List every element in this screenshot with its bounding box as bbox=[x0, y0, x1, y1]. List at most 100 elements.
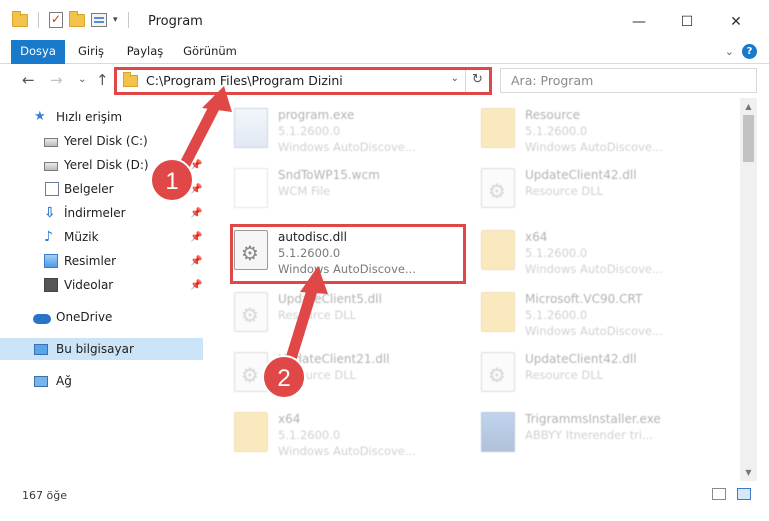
file-name: Resource bbox=[525, 108, 581, 122]
folder-icon bbox=[123, 71, 138, 87]
file-item[interactable]: UpdateClient21.dll Resource DLL bbox=[228, 344, 473, 402]
dll-icon bbox=[481, 168, 515, 208]
customize-toolbar-dropdown[interactable]: ▾ bbox=[113, 15, 118, 25]
file-item[interactable]: UpdateClient42.dll Resource DLL bbox=[475, 344, 720, 402]
file-name: Microsoft.VC90.CRT bbox=[525, 292, 643, 306]
file-item[interactable]: Resource 5.1.2600.0 Windows AutoDiscove.… bbox=[475, 100, 720, 158]
file-description: ABBYY Itnerender tri... bbox=[525, 428, 653, 442]
minimize-button[interactable]: — bbox=[617, 8, 661, 36]
details-view-icon[interactable] bbox=[712, 488, 726, 500]
file-type: Resource DLL bbox=[525, 184, 604, 198]
pin-icon[interactable]: 📌 bbox=[190, 184, 202, 195]
properties-check-icon[interactable] bbox=[49, 12, 63, 28]
folder-icon bbox=[481, 108, 515, 148]
nav-label: Yerel Disk (D:) bbox=[64, 158, 149, 172]
file-list: program.exe 5.1.2600.0 Windows AutoDisco… bbox=[203, 98, 740, 481]
nav-item-downloads[interactable]: ⇩ İndirmeler 📌 bbox=[0, 202, 203, 224]
file-description: Windows AutoDiscove... bbox=[278, 140, 416, 154]
nav-label: Yerel Disk (C:) bbox=[64, 134, 148, 148]
help-button[interactable]: ? bbox=[742, 44, 757, 59]
nav-item-documents[interactable]: Belgeler 📌 bbox=[0, 178, 203, 200]
file-name: program.exe bbox=[278, 108, 355, 122]
up-arrow-icon[interactable]: ↑ bbox=[96, 71, 109, 89]
pin-icon[interactable]: 📌 bbox=[190, 280, 202, 291]
title-bar: ▾ Program — ☐ ✕ bbox=[0, 0, 769, 40]
file-version: 5.1.2600.0 bbox=[278, 428, 341, 442]
pin-icon[interactable]: 📌 bbox=[190, 208, 202, 219]
properties-icon[interactable] bbox=[91, 13, 107, 27]
nav-item-music[interactable]: ♪ Müzik 📌 bbox=[0, 226, 203, 248]
nav-label: Bu bilgisayar bbox=[56, 342, 134, 356]
nav-this-pc[interactable]: Bu bilgisayar bbox=[0, 338, 203, 360]
pin-icon[interactable]: 📌 bbox=[190, 136, 202, 147]
search-input[interactable]: Ara: Program bbox=[500, 68, 757, 93]
dll-icon bbox=[234, 292, 268, 332]
file-item-selected[interactable]: autodisc.dll 5.1.2600.0 Windows AutoDisc… bbox=[228, 222, 473, 280]
videos-icon bbox=[44, 278, 58, 292]
file-item[interactable]: program.exe 5.1.2600.0 Windows AutoDisco… bbox=[228, 100, 473, 158]
drive-icon bbox=[44, 138, 58, 147]
folder-icon bbox=[234, 412, 268, 452]
file-name: x64 bbox=[525, 230, 548, 244]
back-arrow-icon[interactable]: ← bbox=[22, 71, 35, 89]
nav-quick-access[interactable]: ★ Hızlı erişim bbox=[0, 106, 203, 128]
file-name: TrigrammsInstaller.exe bbox=[525, 412, 661, 426]
chevron-down-icon[interactable]: ⌄ bbox=[451, 73, 459, 84]
nav-onedrive[interactable]: OneDrive bbox=[0, 306, 203, 328]
navigation-bar: ← → ⌄ ↑ C:\Program Files\Program Dizini … bbox=[0, 64, 769, 98]
scroll-thumb[interactable] bbox=[743, 115, 754, 162]
exe-icon bbox=[481, 412, 515, 452]
recent-locations-dropdown[interactable]: ⌄ bbox=[78, 74, 86, 85]
nav-item-drive-d[interactable]: Yerel Disk (D:) 📌 bbox=[0, 154, 203, 176]
scroll-down-icon[interactable]: ▼ bbox=[740, 464, 757, 481]
quick-access-toolbar: ▾ bbox=[12, 10, 133, 28]
tab-share[interactable]: Paylaş bbox=[120, 40, 170, 64]
pictures-icon bbox=[44, 254, 58, 268]
file-item[interactable]: UpdateClient42.dll Resource DLL bbox=[475, 160, 720, 218]
pin-icon[interactable]: 📌 bbox=[190, 160, 202, 171]
navigation-pane: ★ Hızlı erişim Yerel Disk (C:) 📌 Yerel D… bbox=[0, 98, 203, 481]
file-item[interactable]: UpdateClient5.dll Resource DLL bbox=[228, 284, 473, 342]
pin-icon[interactable]: 📌 bbox=[190, 256, 202, 267]
vertical-scrollbar[interactable]: ▲ ▼ bbox=[740, 98, 757, 481]
item-count: 167 öğe bbox=[22, 489, 67, 502]
file-version: 5.1.2600.0 bbox=[278, 124, 341, 138]
pin-icon[interactable]: 📌 bbox=[190, 232, 202, 243]
large-icons-view-icon[interactable] bbox=[737, 488, 751, 500]
address-bar[interactable]: C:\Program Files\Program Dizini ⌄ ↻ bbox=[116, 68, 490, 93]
nav-label: OneDrive bbox=[56, 310, 113, 324]
file-item[interactable]: SndToWP15.wcm WCM File bbox=[228, 160, 473, 218]
expand-ribbon-icon[interactable]: ⌄ bbox=[725, 45, 734, 58]
tab-view[interactable]: Görünüm bbox=[178, 40, 242, 64]
refresh-icon[interactable]: ↻ bbox=[465, 69, 489, 92]
forward-arrow-icon[interactable]: → bbox=[50, 71, 63, 89]
scroll-up-icon[interactable]: ▲ bbox=[740, 98, 757, 115]
file-version: 5.1.2600.0 bbox=[525, 308, 588, 322]
cloud-icon bbox=[33, 313, 51, 324]
divider bbox=[127, 12, 129, 28]
file-item[interactable]: Microsoft.VC90.CRT 5.1.2600.0 Windows Au… bbox=[475, 284, 720, 342]
ribbon-controls: ⌄ ? bbox=[725, 44, 757, 59]
file-type: Resource DLL bbox=[278, 368, 357, 382]
nav-network[interactable]: Ağ bbox=[0, 370, 203, 392]
drive-icon bbox=[44, 162, 58, 171]
close-button[interactable]: ✕ bbox=[714, 8, 758, 36]
tab-home[interactable]: Giriş bbox=[68, 40, 114, 64]
folder-icon bbox=[481, 292, 515, 332]
address-path[interactable]: C:\Program Files\Program Dizini bbox=[146, 73, 343, 88]
divider bbox=[38, 12, 39, 28]
file-type: Resource DLL bbox=[525, 368, 604, 382]
maximize-button[interactable]: ☐ bbox=[665, 8, 709, 36]
new-folder-icon[interactable] bbox=[69, 10, 85, 27]
nav-item-pictures[interactable]: Resimler 📌 bbox=[0, 250, 203, 272]
folder-icon[interactable] bbox=[12, 10, 28, 27]
nav-item-videos[interactable]: Videolar 📌 bbox=[0, 274, 203, 296]
file-item[interactable]: x64 5.1.2600.0 Windows AutoDiscove... bbox=[475, 222, 720, 280]
file-item[interactable]: x64 5.1.2600.0 Windows AutoDiscove... bbox=[228, 404, 473, 462]
nav-label: Müzik bbox=[64, 230, 99, 244]
nav-item-drive-c[interactable]: Yerel Disk (C:) 📌 bbox=[0, 130, 203, 152]
nav-label: İndirmeler bbox=[64, 206, 126, 220]
file-version: 5.1.2600.0 bbox=[278, 246, 341, 260]
tab-file[interactable]: Dosya bbox=[11, 40, 65, 64]
file-item[interactable]: TrigrammsInstaller.exe ABBYY Itnerender … bbox=[475, 404, 720, 462]
